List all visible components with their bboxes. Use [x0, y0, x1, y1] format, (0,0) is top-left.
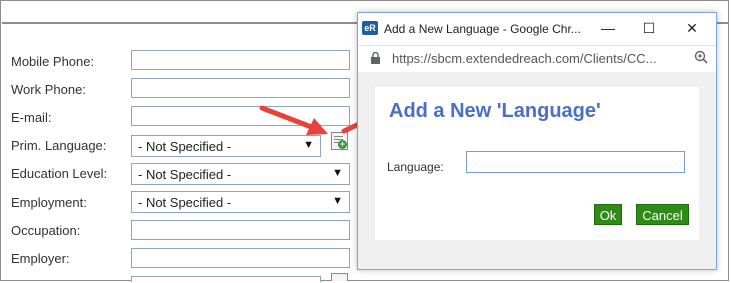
popup-titlebar[interactable]: eR Add a New Language - Google Chr... — … [358, 13, 716, 45]
popup-url-bar[interactable]: https://sbcm.extendedreach.com/Clients/C… [358, 45, 716, 72]
maximize-button[interactable]: ☐ [636, 17, 662, 39]
popup-url: https://sbcm.extendedreach.com/Clients/C… [392, 51, 657, 66]
close-button[interactable]: ✕ [679, 17, 705, 39]
popup-window-title: Add a New Language - Google Chr... [384, 22, 581, 36]
dialog-title: Add a New 'Language' [389, 100, 601, 122]
extendedreach-app-icon: eR [362, 21, 378, 35]
cancel-button[interactable]: Cancel [636, 204, 689, 225]
minimize-button[interactable]: — [595, 17, 621, 39]
dialog-content: Add a New 'Language' Language: Ok Cancel [375, 87, 699, 240]
zoom-icon[interactable] [694, 50, 708, 64]
language-label: Language: [387, 160, 444, 174]
arrow-to-add-button [259, 105, 328, 135]
lock-icon [371, 52, 380, 64]
language-input[interactable] [466, 151, 685, 173]
popup-window: eR Add a New Language - Google Chr... — … [357, 12, 717, 270]
ok-button[interactable]: Ok [594, 204, 622, 225]
